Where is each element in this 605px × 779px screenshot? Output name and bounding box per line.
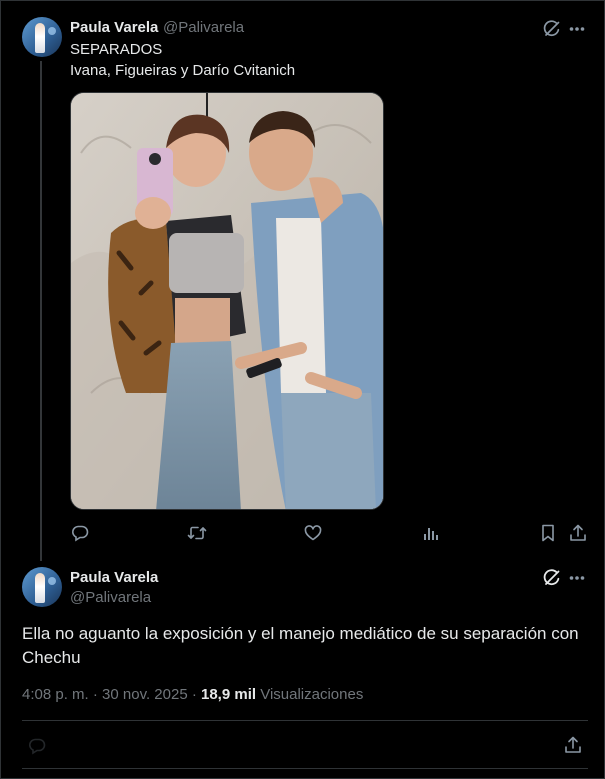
grok-icon[interactable] xyxy=(542,568,562,588)
avatar-figure xyxy=(35,23,45,53)
divider xyxy=(22,768,588,769)
share-icon[interactable] xyxy=(564,736,582,754)
author-name[interactable]: Paula Varela xyxy=(70,569,158,586)
couple-selfie-illustration xyxy=(71,93,383,509)
retweet-icon[interactable] xyxy=(187,525,207,541)
author-avatar[interactable] xyxy=(22,17,62,57)
avatar-figure xyxy=(35,573,45,603)
reply-icon[interactable] xyxy=(28,737,46,755)
divider xyxy=(22,720,588,721)
tweet-text-line-2: Ivana, Figueiras y Darío Cvitanich xyxy=(70,62,296,79)
thread-connector-line xyxy=(40,61,42,561)
more-options-icon[interactable] xyxy=(569,575,585,581)
views-count: 18,9 mil xyxy=(201,686,257,703)
author-name[interactable]: Paula Varela xyxy=(70,19,158,36)
author-handle[interactable]: @Palivarela xyxy=(70,589,151,606)
tweet-metadata: 4:08 p. m. · 30 nov. 2025 · 18,9 mil Vis… xyxy=(22,686,363,703)
author-handle[interactable]: @Palivarela xyxy=(163,19,244,36)
views-icon[interactable] xyxy=(422,525,440,541)
bookmark-icon[interactable] xyxy=(541,524,555,542)
focused-tweet-text: Ella no aguanto la exposición y el manej… xyxy=(22,624,579,667)
share-icon[interactable] xyxy=(569,524,587,542)
avatar-light xyxy=(48,577,56,585)
more-options-icon[interactable] xyxy=(569,26,585,32)
like-icon[interactable] xyxy=(304,525,322,541)
tweet-media-image[interactable] xyxy=(70,92,384,510)
grok-icon[interactable] xyxy=(542,19,562,39)
author-avatar[interactable] xyxy=(22,567,62,607)
reply-icon[interactable] xyxy=(71,524,89,542)
views-label: Visualizaciones xyxy=(256,686,364,703)
avatar-light xyxy=(48,27,56,35)
tweet-text-line-1: SEPARADOS xyxy=(70,41,163,58)
tweet-timestamp[interactable]: 4:08 p. m. · 30 nov. 2025 · xyxy=(22,686,201,703)
